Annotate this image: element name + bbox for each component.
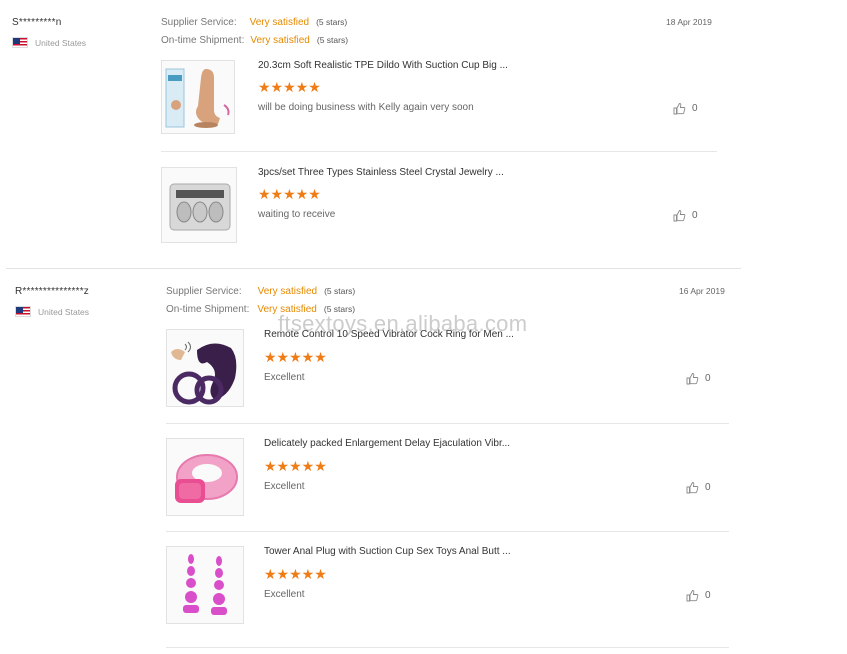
- supplier-service-rating: Supplier Service: Very satisfied (5 star…: [166, 286, 355, 297]
- helpful-count: 0: [705, 590, 711, 601]
- product-thumbnail[interactable]: [166, 438, 244, 516]
- product-image-cock-ring-icon: [171, 341, 237, 405]
- item-divider: [166, 647, 729, 648]
- review-comment: waiting to receive: [258, 209, 336, 220]
- supplier-service-label: Supplier Service:: [161, 17, 237, 28]
- item-divider: [166, 423, 729, 424]
- review-comment: Excellent: [264, 372, 305, 383]
- product-rating-stars-icon: ★★★★★: [264, 458, 327, 474]
- review-date: 16 Apr 2019: [679, 286, 725, 296]
- product-thumbnail[interactable]: [166, 329, 244, 407]
- product-image-dildo-icon: [165, 68, 230, 128]
- product-thumbnail[interactable]: [161, 60, 235, 134]
- review-card: S*********n United States Supplier Servi…: [0, 0, 740, 268]
- thumbs-up-icon: [686, 482, 699, 494]
- review-date: 18 Apr 2019: [666, 17, 712, 27]
- supplier-service-stars: (5 stars): [316, 17, 348, 27]
- shipment-stars: (5 stars): [323, 304, 356, 314]
- review-item: Remote Control 10 Speed Vibrator Cock Ri…: [166, 329, 729, 437]
- us-flag-icon: [15, 306, 31, 317]
- shipment-value: Very satisfied: [250, 35, 310, 46]
- thumbs-up-icon: [673, 103, 686, 115]
- helpful-count: 0: [705, 373, 711, 384]
- helpful-button[interactable]: 0: [673, 209, 698, 222]
- helpful-count: 0: [705, 482, 711, 493]
- buyer-country: United States: [15, 306, 89, 317]
- product-image-jewelry-plug-icon: [169, 183, 231, 231]
- shipment-rating: On-time Shipment: Very satisfied (5 star…: [166, 304, 355, 315]
- product-title-link[interactable]: 3pcs/set Three Types Stainless Steel Cry…: [258, 167, 504, 178]
- country-label: United States: [38, 306, 90, 317]
- thumbs-up-icon: [686, 373, 699, 385]
- helpful-button[interactable]: 0: [686, 372, 711, 385]
- supplier-service-label: Supplier Service:: [166, 286, 242, 297]
- product-thumbnail[interactable]: [166, 546, 244, 624]
- product-rating-stars-icon: ★★★★★: [258, 186, 321, 202]
- review-comment: Excellent: [264, 481, 305, 492]
- helpful-button[interactable]: 0: [673, 102, 698, 115]
- product-rating-stars-icon: ★★★★★: [258, 79, 321, 95]
- review-item: Tower Anal Plug with Suction Cup Sex Toy…: [166, 546, 729, 654]
- review-comment: Excellent: [264, 589, 305, 600]
- buyer-country: United States: [12, 37, 86, 48]
- product-title-link[interactable]: Delicately packed Enlargement Delay Ejac…: [264, 438, 510, 449]
- shipment-label: On-time Shipment:: [161, 35, 245, 46]
- thumbs-up-icon: [673, 210, 686, 222]
- product-title-link[interactable]: 20.3cm Soft Realistic TPE Dildo With Suc…: [258, 60, 508, 71]
- product-thumbnail[interactable]: [161, 167, 237, 243]
- product-title-link[interactable]: Tower Anal Plug with Suction Cup Sex Toy…: [264, 546, 511, 557]
- product-title-link[interactable]: Remote Control 10 Speed Vibrator Cock Ri…: [264, 329, 514, 340]
- product-image-anal-plug-icon: [183, 554, 227, 615]
- helpful-button[interactable]: 0: [686, 481, 711, 494]
- item-divider: [161, 151, 717, 152]
- supplier-service-rating: Supplier Service: Very satisfied (5 star…: [161, 17, 347, 28]
- supplier-service-stars: (5 stars): [324, 286, 356, 296]
- shipment-stars: (5 stars): [316, 35, 349, 45]
- supplier-service-value: Very satisfied: [249, 17, 310, 28]
- us-flag-icon: [12, 37, 28, 48]
- review-card: R***************z United States Supplier…: [0, 269, 740, 653]
- item-divider: [166, 531, 729, 532]
- review-item: 3pcs/set Three Types Stainless Steel Cry…: [161, 167, 717, 275]
- product-image-vibrating-ring-icon: [175, 454, 238, 503]
- buyer-name: S*********n: [12, 17, 62, 28]
- product-rating-stars-icon: ★★★★★: [264, 349, 327, 365]
- review-item: Delicately packed Enlargement Delay Ejac…: [166, 438, 729, 546]
- helpful-count: 0: [692, 103, 698, 114]
- helpful-button[interactable]: 0: [686, 589, 711, 602]
- country-label: United States: [35, 37, 87, 48]
- review-comment: will be doing business with Kelly again …: [258, 102, 474, 113]
- shipment-rating: On-time Shipment: Very satisfied (5 star…: [161, 35, 348, 46]
- helpful-count: 0: [692, 210, 698, 221]
- thumbs-up-icon: [686, 590, 699, 602]
- buyer-name: R***************z: [15, 286, 89, 297]
- supplier-service-value: Very satisfied: [257, 286, 318, 297]
- shipment-value: Very satisfied: [257, 304, 317, 315]
- product-rating-stars-icon: ★★★★★: [264, 566, 327, 582]
- shipment-label: On-time Shipment:: [166, 304, 250, 315]
